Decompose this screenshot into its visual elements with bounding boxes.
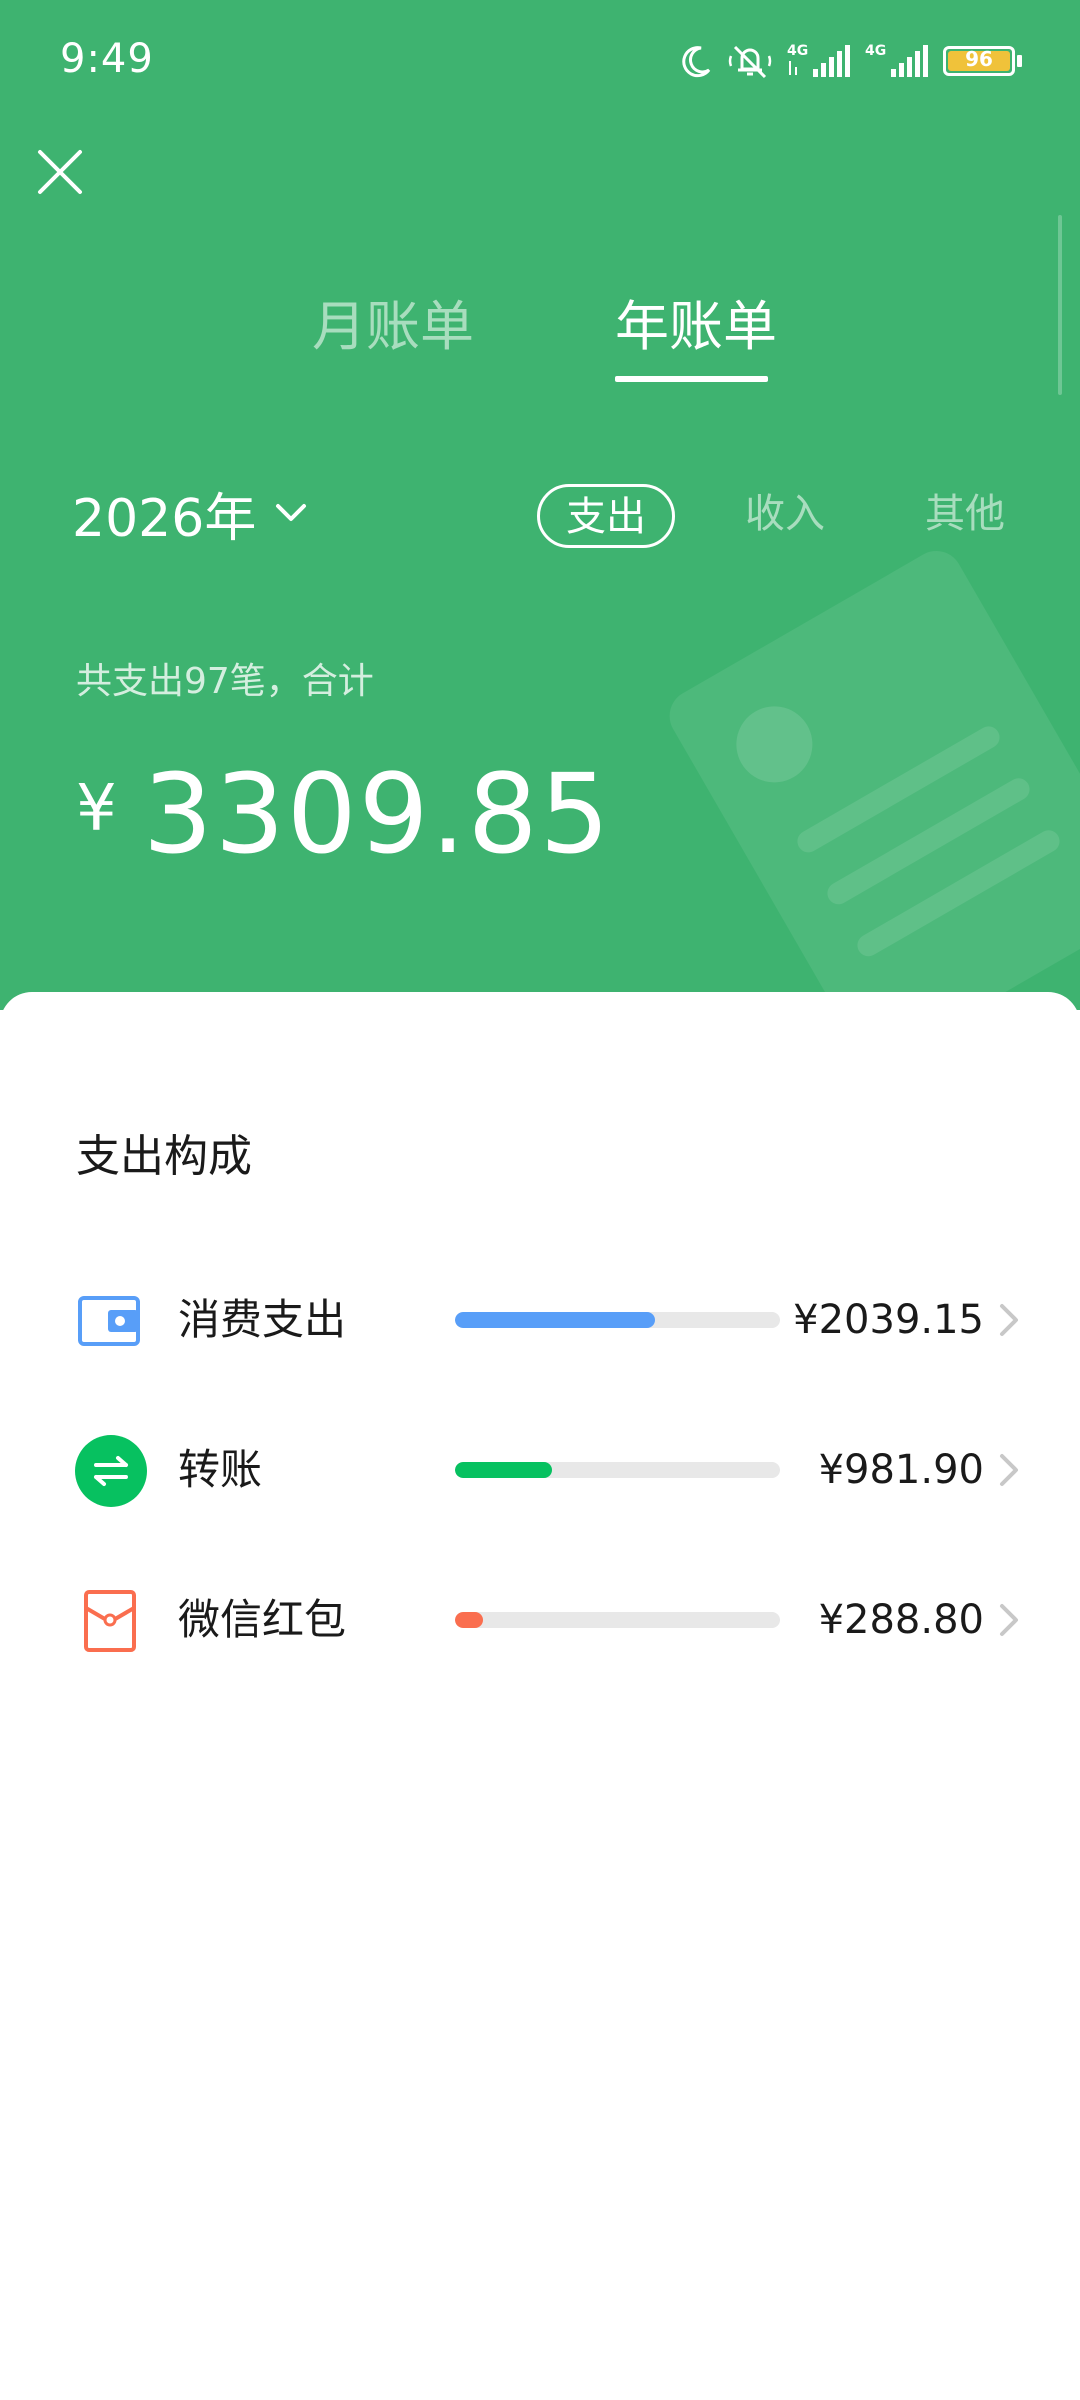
wallet-icon xyxy=(78,1296,140,1346)
breakdown-amount: ¥2039.15 xyxy=(793,1297,984,1343)
progress-fill xyxy=(455,1612,484,1628)
header: 9:49 4G 4G 96 月账单 年账单 2026年 支出 收入 其他 共支出… xyxy=(0,0,1080,1010)
breakdown-label: 消费支出 xyxy=(178,1295,347,1344)
filter-other-button[interactable]: 其他 xyxy=(920,484,1010,548)
breakdown-label: 微信红包 xyxy=(178,1595,347,1644)
close-icon[interactable] xyxy=(30,142,90,202)
status-icons: 4G 4G 96 xyxy=(679,38,1022,84)
active-tab-underline xyxy=(615,376,768,382)
breakdown-amount: ¥288.80 xyxy=(818,1597,984,1643)
signal-icon: 4G xyxy=(787,43,850,77)
total-amount: ¥ 3309.85 xyxy=(76,750,612,878)
tab-month-bill[interactable]: 月账单 xyxy=(312,292,474,372)
total-amount-value: 3309.85 xyxy=(142,750,612,878)
battery-level: 96 xyxy=(965,47,993,71)
transfer-icon xyxy=(75,1435,147,1507)
breakdown-amount: ¥981.90 xyxy=(818,1447,984,1493)
network-label: 4G xyxy=(787,43,808,59)
muted-bell-icon xyxy=(728,45,772,79)
breakdown-row-consumption[interactable]: 消费支出 ¥2039.15 xyxy=(0,1270,1080,1370)
signal-icon: 4G xyxy=(865,43,928,77)
progress-track xyxy=(455,1612,780,1628)
battery-icon: 96 xyxy=(943,46,1022,76)
chevron-right-icon xyxy=(1000,1454,1018,1486)
summary-text: 共支出97笔，合计 xyxy=(76,661,374,702)
network-label: 4G xyxy=(865,43,886,59)
breakdown-label: 转账 xyxy=(178,1445,263,1494)
chevron-right-icon xyxy=(1000,1304,1018,1336)
moon-icon xyxy=(682,46,711,78)
chevron-right-icon xyxy=(1000,1604,1018,1636)
status-bar: 9:49 4G 4G 96 xyxy=(0,0,1080,124)
breakdown-card: 支出构成 消费支出 ¥2039.15 转账 ¥981.90 微信红包 ¥288.… xyxy=(0,992,1080,2400)
breakdown-title: 支出构成 xyxy=(76,1131,252,1182)
filter-expense-button[interactable]: 支出 xyxy=(537,484,675,548)
filter-income-button[interactable]: 收入 xyxy=(740,484,830,548)
breakdown-row-red-packet[interactable]: 微信红包 ¥288.80 xyxy=(0,1570,1080,1670)
red-packet-icon xyxy=(84,1590,136,1652)
progress-track xyxy=(455,1312,780,1328)
year-selector[interactable]: 2026年 xyxy=(72,478,308,549)
progress-fill xyxy=(455,1312,656,1328)
battery-cap xyxy=(1017,55,1022,67)
battery-body: 96 xyxy=(943,46,1015,76)
status-time: 9:49 xyxy=(60,36,154,82)
progress-track xyxy=(455,1462,780,1478)
breakdown-row-transfer[interactable]: 转账 ¥981.90 xyxy=(0,1420,1080,1520)
scroll-indicator xyxy=(1058,215,1062,395)
tab-year-bill[interactable]: 年账单 xyxy=(615,292,777,372)
year-label: 2026年 xyxy=(72,488,257,549)
progress-fill xyxy=(455,1462,552,1478)
chevron-down-icon xyxy=(276,504,307,521)
currency-symbol: ¥ xyxy=(76,772,117,846)
